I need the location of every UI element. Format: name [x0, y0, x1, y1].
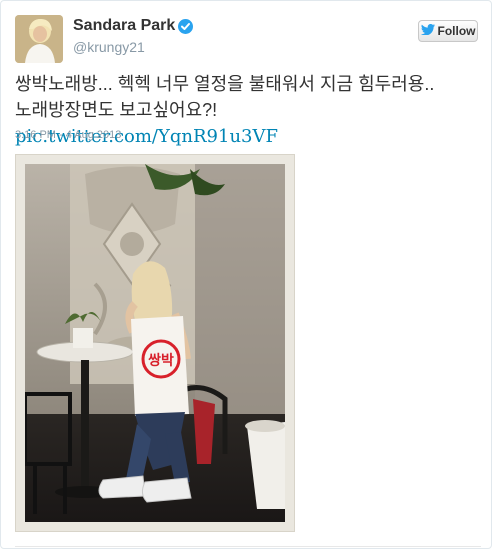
tweet-photo[interactable]: 쌍박 — [23, 164, 285, 522]
tweet-text-line-2: 노래방장면도 보고싶어요?! pic.twitter.com/YqnR91u3V… — [15, 97, 485, 150]
twitter-bird-icon — [420, 24, 435, 38]
photo-frame: 쌍박 — [15, 154, 295, 532]
verified-badge-icon — [178, 19, 193, 34]
tweet-text-line-1: 쌍박노래방... 헥헥 너무 열정을 불태워서 지금 힘두러용.. — [15, 74, 435, 94]
user-handle[interactable]: @krungy21 — [73, 39, 145, 55]
follow-label: Follow — [437, 24, 476, 38]
follow-button[interactable]: Follow — [418, 20, 478, 42]
shirt-logo-text: 쌍박 — [148, 352, 174, 369]
divider — [15, 546, 481, 547]
tweet-text-line-2-body: 노래방장면도 보고싶어요?! — [15, 100, 218, 120]
display-name[interactable]: Sandara Park — [73, 17, 175, 35]
avatar[interactable] — [15, 15, 63, 63]
tweet-card: Sandara Park @krungy21 Follow 쌍박노래방... 헥… — [0, 0, 492, 549]
tweet-timestamp[interactable]: 3:16 PM - 4 Aug 2013 — [15, 129, 121, 141]
